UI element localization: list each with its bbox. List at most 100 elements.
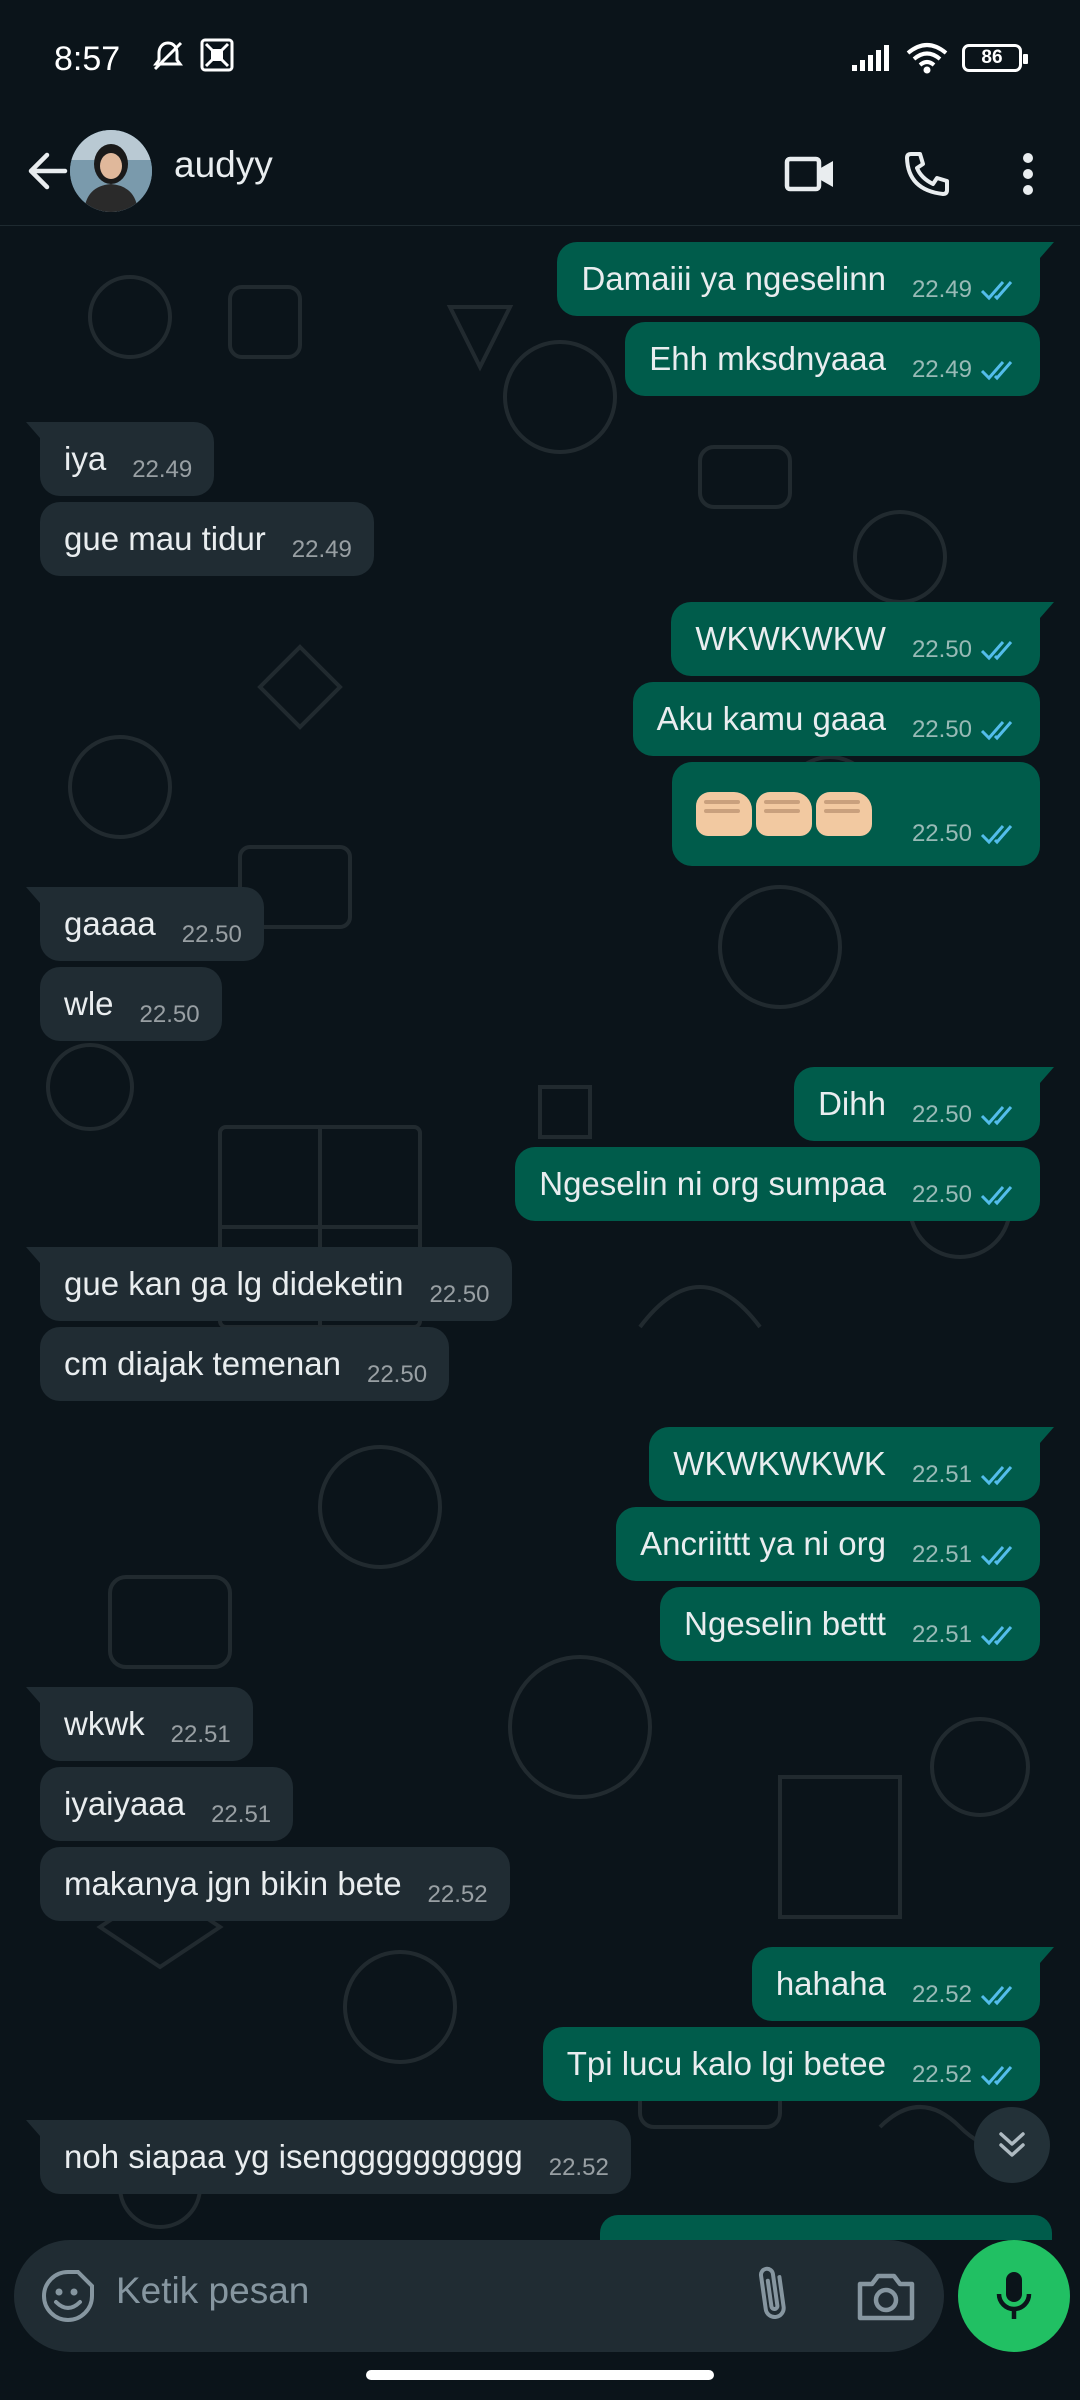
message-input[interactable]: Ketik pesan <box>14 2240 944 2352</box>
message-time: 22.51 <box>170 1721 231 1748</box>
message-text: makanya jgn bikin bete <box>64 1865 402 1902</box>
message-time: 22.50 <box>181 921 242 948</box>
message-time: 22.52 <box>548 2154 609 2181</box>
message-outgoing[interactable]: hahaha 22.52 <box>751 1947 1055 2021</box>
message-text: gue kan ga lg dideketin <box>64 1265 404 1302</box>
message-time: 22.51 <box>911 1461 972 1488</box>
message-text: hahaha <box>775 1965 886 2002</box>
message-outgoing[interactable]: WKWKWKW 22.50 <box>671 602 1054 676</box>
emoji-icon[interactable] <box>40 2268 96 2324</box>
message-outgoing[interactable]: Dihh 22.50 <box>794 1067 1054 1141</box>
status-right-icons: 86 <box>850 42 1028 74</box>
message-incoming[interactable]: makanya jgn bikin bete 22.52 <box>40 1847 510 1921</box>
message-time: 22.52 <box>427 1881 488 1908</box>
message-time: 22.49 <box>291 536 352 563</box>
camera-icon[interactable] <box>854 2266 918 2326</box>
read-ticks-icon <box>980 1986 1013 2006</box>
message-time: 22.50 <box>911 820 972 847</box>
message-input-placeholder[interactable]: Ketik pesan <box>116 2270 309 2312</box>
chat-header: audyy <box>0 118 1080 226</box>
message-outgoing[interactable]: Ngeselin bettt 22.51 <box>660 1587 1040 1661</box>
message-incoming[interactable]: gue mau tidur 22.49 <box>40 502 374 576</box>
message-incoming[interactable]: gue kan ga lg dideketin 22.50 <box>26 1247 512 1321</box>
read-ticks-icon <box>980 1186 1013 1206</box>
fist-bump-emoji-icon <box>695 792 872 836</box>
double-chevron-down-icon <box>999 2132 1025 2157</box>
message-text: iya <box>64 440 107 477</box>
read-ticks-icon <box>980 1466 1013 1486</box>
message-time: 22.50 <box>429 1281 490 1308</box>
more-options-icon <box>1023 153 1033 195</box>
message-time: 22.50 <box>911 716 972 743</box>
status-left-icons <box>150 38 234 74</box>
message-outgoing-emoji[interactable]: 22.50 <box>671 762 1040 866</box>
mute-icon <box>153 41 183 71</box>
video-call-button[interactable] <box>778 142 842 206</box>
message-incoming[interactable]: noh siapaa yg isengggggggggg 22.52 <box>26 2120 631 2194</box>
wifi-icon <box>906 43 948 74</box>
message-text: Ehh mksdnyaaa <box>649 340 886 377</box>
message-incoming[interactable]: wkwk 22.51 <box>26 1687 253 1761</box>
message-text: Aku kamu gaaa <box>656 700 886 737</box>
read-ticks-icon <box>980 361 1013 381</box>
chat-area[interactable]: Damaiii ya ngeselinn 22.49 Ehh mksdnyaaa… <box>0 227 1080 2240</box>
message-time: 22.50 <box>911 636 972 663</box>
message-incoming[interactable]: gaaaa 22.50 <box>26 887 264 961</box>
status-time: 8:57 <box>54 40 121 78</box>
read-ticks-icon <box>980 1106 1013 1126</box>
signal-icon <box>852 45 889 71</box>
status-bar: 8:57 86 <box>0 0 1080 118</box>
message-text: WKWKWKWK <box>673 1445 886 1482</box>
read-ticks-icon <box>980 281 1013 301</box>
message-outgoing[interactable]: Ngeselin ni org sumpaa 22.50 <box>515 1147 1040 1221</box>
contact-name[interactable]: audyy <box>174 144 273 186</box>
message-text: WKWKWKW <box>695 620 886 657</box>
back-arrow-icon <box>28 152 68 190</box>
battery-icon: 86 <box>962 44 1028 72</box>
mic-icon <box>996 2272 1032 2319</box>
message-outgoing[interactable]: Aku kamu gaaa 22.50 <box>632 682 1040 756</box>
voice-call-icon <box>905 152 949 196</box>
message-time: 22.50 <box>911 1101 972 1128</box>
avatar[interactable] <box>70 130 152 212</box>
voice-message-button[interactable] <box>958 2240 1070 2352</box>
home-indicator[interactable] <box>366 2370 714 2380</box>
scroll-to-bottom-button[interactable] <box>974 2107 1050 2183</box>
message-time: 22.49 <box>911 276 972 303</box>
more-options-button[interactable] <box>996 142 1060 206</box>
message-text: wkwk <box>64 1705 145 1742</box>
message-time: 22.50 <box>366 1361 428 1388</box>
message-time: 22.50 <box>139 1001 200 1028</box>
message-time: 22.49 <box>911 356 972 383</box>
message-time: 22.52 <box>911 1981 972 2008</box>
back-button[interactable] <box>16 140 78 202</box>
message-composer: Ketik pesan <box>0 2240 1080 2360</box>
message-incoming[interactable]: iya 22.49 <box>25 422 215 496</box>
message-outgoing[interactable]: WKWKWKWK 22.51 <box>649 1427 1054 1501</box>
video-call-icon <box>784 156 833 192</box>
read-ticks-icon <box>980 1626 1013 1646</box>
message-outgoing[interactable]: Damaiii ya ngeselinn 22.49 <box>557 242 1054 316</box>
read-ticks-icon <box>980 641 1013 661</box>
attach-icon[interactable] <box>744 2264 804 2328</box>
message-time: 22.52 <box>911 2061 972 2088</box>
voice-call-button[interactable] <box>895 142 959 206</box>
read-ticks-icon <box>980 721 1013 741</box>
message-text: noh siapaa yg isengggggggggg <box>64 2138 523 2175</box>
message-outgoing[interactable]: Ancriittt ya ni org 22.51 <box>616 1507 1040 1581</box>
message-time: 22.50 <box>911 1181 972 1208</box>
message-text: Ancriittt ya ni org <box>640 1525 886 1562</box>
message-incoming[interactable]: cm diajak temenan 22.50 <box>40 1327 450 1401</box>
message-text: Ngeselin bettt <box>684 1605 886 1642</box>
message-incoming[interactable]: iyaiyaaa 22.51 <box>40 1767 294 1841</box>
message-time: 22.51 <box>911 1621 972 1648</box>
message-outgoing[interactable]: Ehh mksdnyaaa 22.49 <box>625 322 1040 396</box>
notification-icon <box>200 38 234 72</box>
message-incoming[interactable]: wle 22.50 <box>40 967 222 1041</box>
message-time: 22.51 <box>211 1801 272 1828</box>
read-ticks-icon <box>980 2066 1013 2086</box>
read-ticks-icon <box>980 1546 1013 1566</box>
navigation-bar <box>0 2360 1080 2400</box>
message-outgoing[interactable]: Tpi lucu kalo lgi betee 22.52 <box>542 2027 1040 2101</box>
partial-message-bubble <box>600 2215 1052 2240</box>
